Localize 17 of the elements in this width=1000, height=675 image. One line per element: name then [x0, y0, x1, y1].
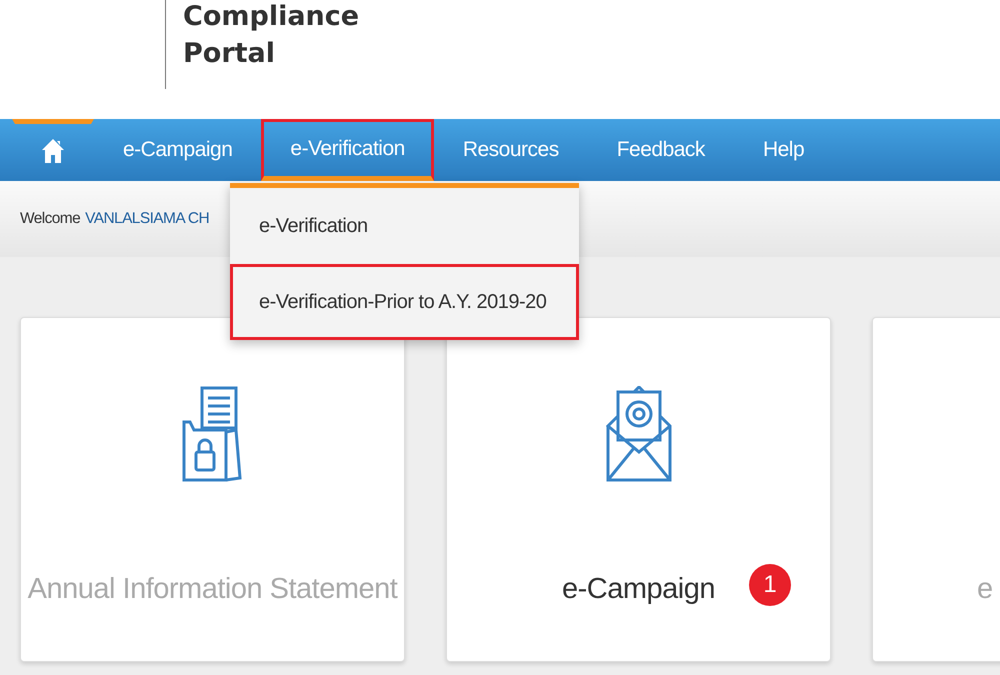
folder-lock-icon — [182, 386, 244, 484]
user-name: VANLALSIAMA CH — [85, 209, 210, 230]
notification-badge: 1 — [749, 564, 791, 606]
card-title: e — [977, 572, 993, 607]
nav-link[interactable]: e-Campaign — [94, 119, 262, 181]
nav-link[interactable]: Resources — [434, 119, 588, 181]
card-title: Annual Information Statement — [28, 572, 398, 607]
card-title: e-Campaign — [562, 572, 715, 607]
dropdown-item[interactable]: e-Verification-Prior to A.Y. 2019-20 — [230, 264, 579, 340]
nav-link[interactable]: Feedback — [588, 119, 734, 181]
nav-link[interactable]: Help — [734, 119, 834, 181]
portal-title-line: Compliance — [183, 0, 360, 34]
dashboard-card[interactable]: e-Campaign 1 — [446, 317, 831, 662]
portal-title-line: Portal — [183, 37, 276, 71]
welcome-text: Welcome — [20, 209, 80, 230]
envelope-icon — [606, 386, 672, 482]
dropdown-item[interactable]: e-Verification — [230, 188, 579, 264]
